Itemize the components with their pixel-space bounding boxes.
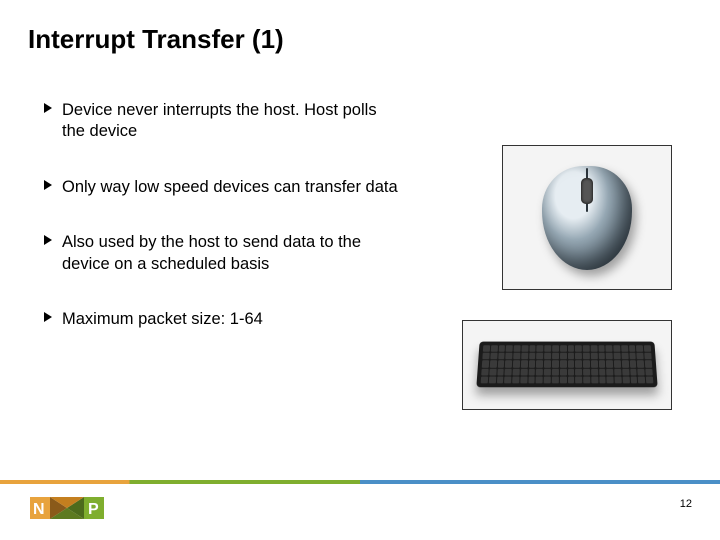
bullet-text: Only way low speed devices can transfer … [62,177,404,198]
svg-text:N: N [33,501,45,518]
list-item: Only way low speed devices can transfer … [44,177,404,198]
keyboard-image [462,320,672,410]
bullet-text: Also used by the host to send data to th… [62,232,404,275]
keyboard-icon [472,330,662,400]
triangle-bullet-icon [44,312,52,322]
list-item: Maximum packet size: 1-64 [44,309,404,330]
bullet-text: Maximum packet size: 1-64 [62,309,404,330]
bullet-text: Device never interrupts the host. Host p… [62,100,404,143]
footer-accent-bar [0,480,720,484]
triangle-bullet-icon [44,103,52,113]
list-item: Also used by the host to send data to th… [44,232,404,275]
slide-title: Interrupt Transfer (1) [28,24,284,55]
svg-text:P: P [88,501,99,518]
mouse-icon [532,158,642,278]
mouse-image [502,145,672,290]
list-item: Device never interrupts the host. Host p… [44,100,404,143]
bullet-list: Device never interrupts the host. Host p… [44,100,404,365]
triangle-bullet-icon [44,235,52,245]
triangle-bullet-icon [44,180,52,190]
page-number: 12 [680,498,692,510]
nxp-logo: N P [30,493,104,528]
image-column [462,145,672,440]
